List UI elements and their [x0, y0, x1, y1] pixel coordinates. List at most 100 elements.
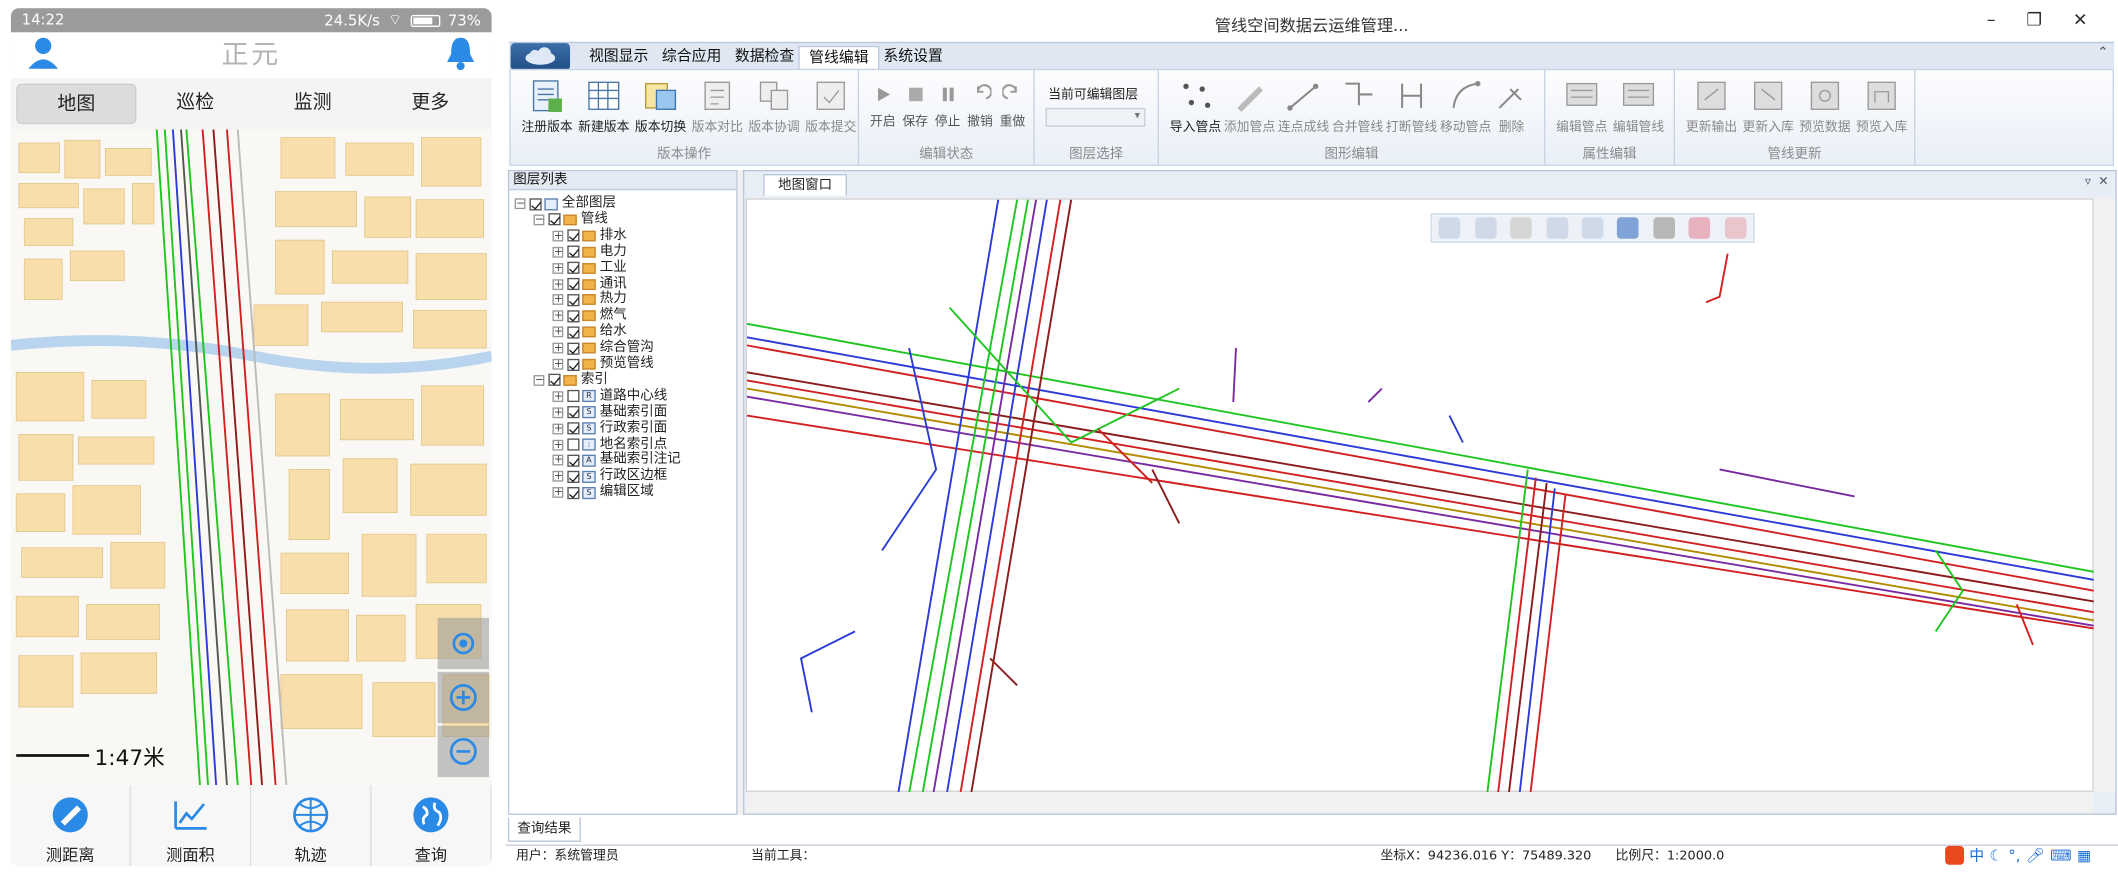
layer-item[interactable]: + S 行政区边框	[552, 469, 667, 485]
eraser-icon[interactable]	[1688, 217, 1711, 239]
import-points-button[interactable]: 导入管点	[1170, 78, 1221, 135]
layer-checkbox[interactable]	[548, 374, 561, 387]
minimize-button[interactable]: –	[1980, 11, 2002, 33]
tab-patrol[interactable]: 巡检	[136, 84, 254, 124]
layer-checkbox[interactable]	[567, 438, 580, 451]
map-window-tab[interactable]: 地图窗口	[763, 174, 847, 196]
phone-map[interactable]	[10, 129, 492, 786]
tab-applications[interactable]: 综合应用	[652, 46, 730, 70]
track-button[interactable]: 轨迹	[251, 785, 372, 867]
measure-area-button[interactable]: 测面积	[131, 785, 252, 867]
expand-toggle-icon[interactable]: +	[552, 310, 564, 322]
maximize-button[interactable]: ❐	[2023, 11, 2045, 33]
tab-monitor[interactable]: 监测	[254, 84, 372, 124]
sogou-ime-icon[interactable]	[1944, 845, 1964, 865]
coordinate-version-button[interactable]: 版本协调	[748, 78, 800, 135]
layer-item[interactable]: + A 基础索引注记	[552, 452, 681, 468]
layer-item[interactable]: + 燃气	[552, 308, 627, 324]
preview-data-button[interactable]: 预览数据	[1799, 78, 1851, 135]
layer-item[interactable]: + 工业	[552, 260, 627, 276]
refresh-icon[interactable]	[1581, 217, 1604, 239]
layer-checkbox[interactable]	[567, 342, 580, 355]
redo-button[interactable]: 重做	[1000, 84, 1025, 130]
start-edit-button[interactable]: 开启	[870, 84, 896, 130]
edit-point-button[interactable]: 编辑管点	[1556, 78, 1607, 135]
tab-pipeline-edit[interactable]: 管线编辑	[798, 45, 880, 71]
expand-toggle-icon[interactable]: +	[552, 262, 564, 274]
layer-item[interactable]: + 排水	[552, 228, 627, 244]
expand-toggle-icon[interactable]: −	[514, 198, 526, 210]
locate-button[interactable]	[437, 617, 489, 670]
layer-checkbox[interactable]	[567, 406, 580, 419]
zoom-out-button[interactable]	[437, 725, 489, 778]
layer-checkbox[interactable]	[567, 245, 580, 258]
previous-view-icon[interactable]	[1617, 217, 1640, 239]
layer-item[interactable]: + S 编辑区域	[552, 485, 654, 501]
add-point-button[interactable]: 添加管点	[1224, 78, 1275, 135]
expand-toggle-icon[interactable]: +	[552, 406, 564, 418]
zoom-in-button[interactable]	[437, 671, 489, 724]
layer-item[interactable]: + R 道路中心线	[552, 388, 667, 404]
tab-system-settings[interactable]: 系统设置	[874, 46, 952, 70]
layer-item[interactable]: + 综合管沟	[552, 340, 654, 356]
query-results-tab[interactable]: 查询结果	[507, 817, 581, 842]
expand-toggle-icon[interactable]: −	[533, 214, 545, 226]
preview-storage-button[interactable]: 预览入库	[1856, 78, 1907, 135]
expand-toggle-icon[interactable]: +	[552, 230, 564, 242]
microphone-icon[interactable]: 🎤︎	[2026, 847, 2045, 865]
layer-checkbox[interactable]	[567, 277, 580, 291]
layer-item[interactable]: + 通讯	[552, 276, 627, 292]
stop-edit-button[interactable]: 停止	[935, 84, 960, 130]
tab-more[interactable]: 更多	[371, 84, 489, 124]
app-menu-button[interactable]	[510, 43, 571, 71]
connect-points-button[interactable]: 连点成线	[1278, 78, 1329, 135]
expand-toggle-icon[interactable]: +	[552, 358, 564, 370]
map-horizontal-scrollbar[interactable]	[745, 791, 2094, 814]
layer-item[interactable]: +: 地名索引点	[552, 436, 667, 452]
expand-toggle-icon[interactable]: +	[552, 390, 564, 402]
layer-checkbox[interactable]	[567, 358, 580, 371]
collapse-ribbon-icon[interactable]: ⌃	[2097, 46, 2108, 61]
layer-item[interactable]: − 管线	[533, 212, 608, 228]
close-button[interactable]: ✕	[2069, 11, 2091, 33]
layer-item[interactable]: − 全部图层	[514, 196, 616, 212]
bell-icon[interactable]	[446, 35, 476, 71]
pan-hand-icon[interactable]	[1510, 217, 1532, 239]
tab-view-display[interactable]: 视图显示	[579, 46, 657, 70]
layer-checkbox[interactable]	[548, 213, 561, 226]
zoom-in-icon[interactable]	[1438, 217, 1461, 239]
expand-toggle-icon[interactable]: +	[552, 342, 564, 354]
measure-distance-button[interactable]: 测距离	[10, 785, 132, 867]
layer-checkbox[interactable]	[567, 293, 580, 307]
moon-icon[interactable]: ☾	[1990, 847, 2003, 865]
expand-toggle-icon[interactable]: +	[552, 326, 564, 338]
expand-toggle-icon[interactable]: +	[552, 294, 564, 306]
update-storage-button[interactable]: 更新入库	[1743, 78, 1794, 135]
punctuation-icon[interactable]: °,	[2008, 847, 2020, 865]
layer-checkbox[interactable]	[567, 486, 580, 499]
layer-checkbox[interactable]	[567, 470, 580, 483]
layer-item[interactable]: + S 行政索引面	[552, 420, 667, 436]
layer-item[interactable]: + 给水	[552, 324, 627, 340]
dropdown-icon[interactable]: ▿	[2085, 175, 2091, 188]
expand-toggle-icon[interactable]: +	[552, 471, 564, 483]
layer-checkbox[interactable]	[567, 229, 580, 242]
expand-toggle-icon[interactable]: +	[552, 246, 564, 258]
expand-toggle-icon[interactable]: +	[552, 438, 564, 450]
expand-toggle-icon[interactable]: +	[552, 278, 564, 290]
expand-toggle-icon[interactable]: −	[533, 374, 545, 386]
layer-item[interactable]: + S 基础索引面	[552, 404, 667, 420]
pipeline-map[interactable]	[745, 198, 2096, 794]
map-vertical-scrollbar[interactable]	[2093, 198, 2116, 792]
undo-button[interactable]: 撤销	[967, 84, 993, 130]
compare-version-button[interactable]: 版本对比	[692, 78, 743, 135]
switch-version-button[interactable]: 版本切换	[635, 78, 686, 135]
layer-checkbox[interactable]	[567, 454, 580, 467]
layer-checkbox[interactable]	[529, 197, 542, 210]
layer-checkbox[interactable]	[567, 326, 580, 339]
tab-data-check[interactable]: 数据检查	[725, 46, 803, 70]
expand-toggle-icon[interactable]: +	[552, 422, 564, 434]
layer-item[interactable]: + 热力	[552, 292, 627, 308]
edit-line-button[interactable]: 编辑管线	[1613, 78, 1664, 135]
layer-checkbox[interactable]	[567, 390, 580, 403]
